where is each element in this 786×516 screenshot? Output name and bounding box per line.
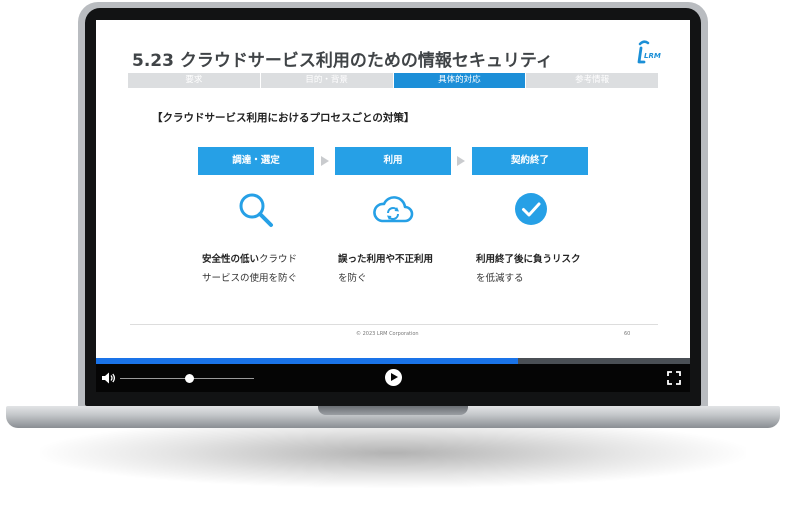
tab-requirement: 要求 (128, 73, 261, 88)
step-desc-rest: クラウド (259, 254, 298, 265)
section-tabs: 要求 目的・背景 具体的対応 参考情報 (128, 73, 658, 88)
step-desc-procurement: 安全性の低いクラウド サービスの使用を防ぐ (202, 250, 297, 288)
tab-purpose-background: 目的・背景 (260, 73, 394, 88)
step-procurement: 調達・選定 (198, 147, 314, 175)
step-desc-usage: 誤った利用や不正利用 を防ぐ (338, 250, 433, 288)
step-desc-line2: サービスの使用を防ぐ (202, 273, 298, 284)
footer-divider (130, 324, 658, 325)
tab-reference-info: 参考情報 (526, 73, 658, 88)
step-desc-contract-end: 利用終了後に負うリスク を低減する (476, 250, 581, 288)
copyright-text: © 2023 LRM Corporation (356, 331, 419, 337)
check-circle-icon (515, 193, 547, 225)
laptop-shadow (40, 418, 746, 488)
step-usage: 利用 (335, 147, 451, 175)
laptop-hinge-notch (318, 406, 468, 415)
video-controls (96, 364, 690, 392)
section-subtitle: 【クラウドサービス利用におけるプロセスごとの対策】 (152, 112, 415, 124)
slide: 5.23 クラウドサービス利用のための情報セキュリティ LRM 要求 目的・背景… (96, 20, 690, 358)
logo-text: LRM (644, 52, 661, 60)
step-desc-line2: を防ぐ (338, 273, 367, 284)
volume-slider-thumb[interactable] (185, 374, 195, 383)
play-button[interactable] (385, 369, 402, 386)
step-desc-line2: を低減する (476, 273, 524, 284)
step-arrow-1 (321, 156, 329, 166)
step-contract-end: 契約終了 (472, 147, 588, 175)
slide-title: 5.23 クラウドサービス利用のための情報セキュリティ (132, 51, 553, 71)
fullscreen-icon[interactable] (667, 371, 681, 385)
step-desc-bold: 利用終了後に負うリスク (476, 254, 581, 265)
volume-icon[interactable] (102, 372, 116, 384)
cloud-sync-icon (373, 196, 414, 223)
step-desc-bold: 誤った利用や不正利用 (338, 254, 434, 265)
step-desc-bold: 安全性の低い (202, 254, 260, 265)
magnifier-icon (239, 193, 273, 227)
page-number: 60 (624, 331, 631, 337)
step-arrow-2 (457, 156, 465, 166)
tab-specific-measures: 具体的対応 (393, 73, 527, 88)
